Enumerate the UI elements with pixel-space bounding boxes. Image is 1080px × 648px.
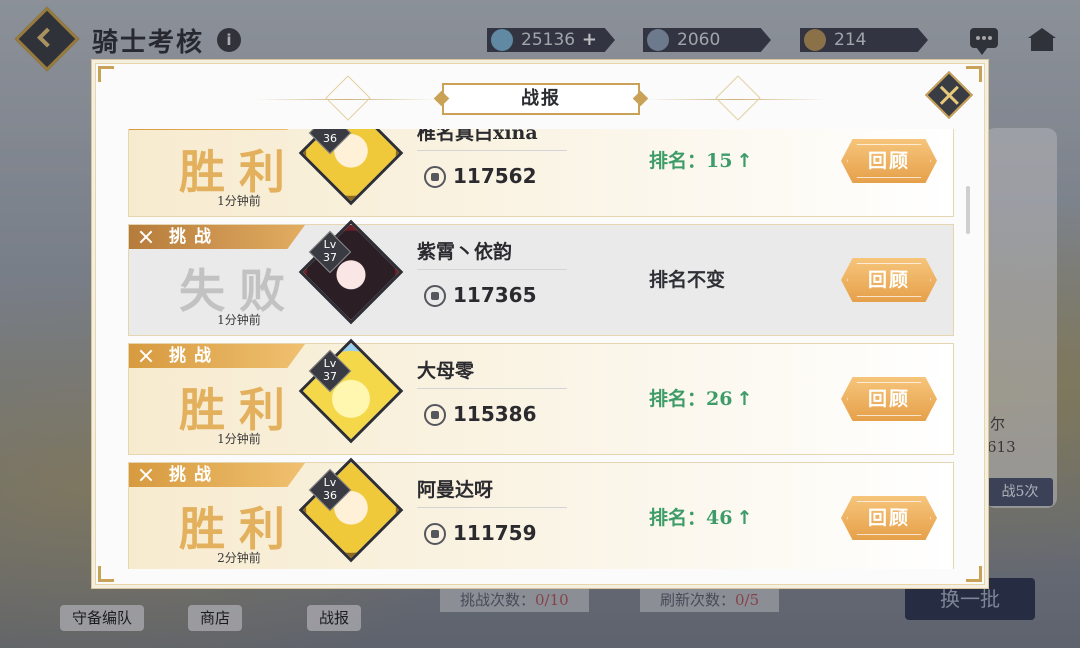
review-button[interactable]: 回顾 xyxy=(841,139,937,183)
level-text: Lv36 xyxy=(323,476,337,502)
divider xyxy=(417,269,567,270)
review-button[interactable]: 回顾 xyxy=(841,377,937,421)
rank-change: 排名：15 ↑ xyxy=(649,150,753,172)
time-ago: 1分钟前 xyxy=(217,432,261,446)
corner-ornament xyxy=(966,66,982,82)
combat-power: 117562 xyxy=(453,164,537,188)
review-button[interactable]: 回顾 xyxy=(841,258,937,302)
time-ago: 2分钟前 xyxy=(217,551,261,565)
crossed-swords-icon xyxy=(139,349,153,363)
level-text: Lv 37 xyxy=(323,357,337,383)
rank-change: 排名：26 ↑ xyxy=(649,388,753,410)
rank-up-arrow-icon: ↑ xyxy=(736,388,753,410)
corner-ornament xyxy=(98,66,114,82)
battle-record: 挑战 胜利 2分钟前 Lv 36 阿曼达呀 111759 排名：46 ↑ 回顾 xyxy=(128,457,954,569)
combat-power-icon xyxy=(424,523,446,545)
challenge-tag: 挑战 xyxy=(129,463,305,487)
rank-up-arrow-icon: ↑ xyxy=(736,507,753,529)
divider xyxy=(417,388,567,389)
tag-label: 挑战 xyxy=(169,227,219,247)
challenge-tag: 挑战 xyxy=(129,129,305,130)
battle-record: 挑战 失败 1分钟前 Lv 37 紫霄丶依韵 117365 排名不变 回顾 xyxy=(128,219,954,336)
time-ago: 1分钟前 xyxy=(217,194,261,208)
title-deco-diamond xyxy=(715,75,761,121)
opponent-name: 椎名真白xina xyxy=(417,129,538,144)
combat-power: 117365 xyxy=(453,283,537,307)
combat-power: 115386 xyxy=(453,402,537,426)
crossed-swords-icon xyxy=(139,468,153,482)
battle-record: 挑战 胜利 1分钟前 Lv 37 大母零 115386 排名：26 ↑ 回顾 xyxy=(128,338,954,455)
rank-change: 排名：46 ↑ xyxy=(649,507,753,529)
tag-label: 挑战 xyxy=(169,346,219,366)
title-deco-diamond xyxy=(325,75,371,121)
opponent-name: 紫霄丶依韵 xyxy=(417,241,513,263)
challenge-tag: 挑战 xyxy=(129,344,305,368)
modal-title: 战报 xyxy=(442,83,640,115)
battle-record: 挑战 胜利 1分钟前 Lv36 椎名真白xina 117562 排名：15↑ 回… xyxy=(128,129,954,217)
tag-label: 挑战 xyxy=(169,465,219,485)
opponent-name: 大母零 xyxy=(417,360,475,382)
opponent-name: 阿曼达呀 xyxy=(417,479,494,501)
rank-up-arrow-icon: ↑ xyxy=(736,150,753,172)
time-ago: 1分钟前 xyxy=(217,313,261,327)
combat-power-icon xyxy=(424,285,446,307)
divider xyxy=(417,507,567,508)
rank-change: 排名不变 xyxy=(649,269,726,291)
crossed-swords-icon xyxy=(139,230,153,244)
battle-record-list[interactable]: 挑战 胜利 1分钟前 Lv36 椎名真白xina 117562 排名：15↑ 回… xyxy=(128,129,958,569)
corner-ornament xyxy=(98,566,114,582)
level-text: Lv 37 xyxy=(323,238,337,264)
divider xyxy=(417,150,567,151)
challenge-tag: 挑战 xyxy=(129,225,305,249)
list-scrollbar[interactable] xyxy=(966,186,970,234)
review-button[interactable]: 回顾 xyxy=(841,496,937,540)
combat-power: 111759 xyxy=(453,521,537,545)
combat-power-icon xyxy=(424,404,446,426)
corner-ornament xyxy=(966,566,982,582)
battle-report-modal: 战报 挑战 胜利 1分钟前 Lv36 椎名真白xina 117562 排名：15… xyxy=(95,63,985,585)
level-text: Lv36 xyxy=(323,129,337,145)
combat-power-icon xyxy=(424,166,446,188)
